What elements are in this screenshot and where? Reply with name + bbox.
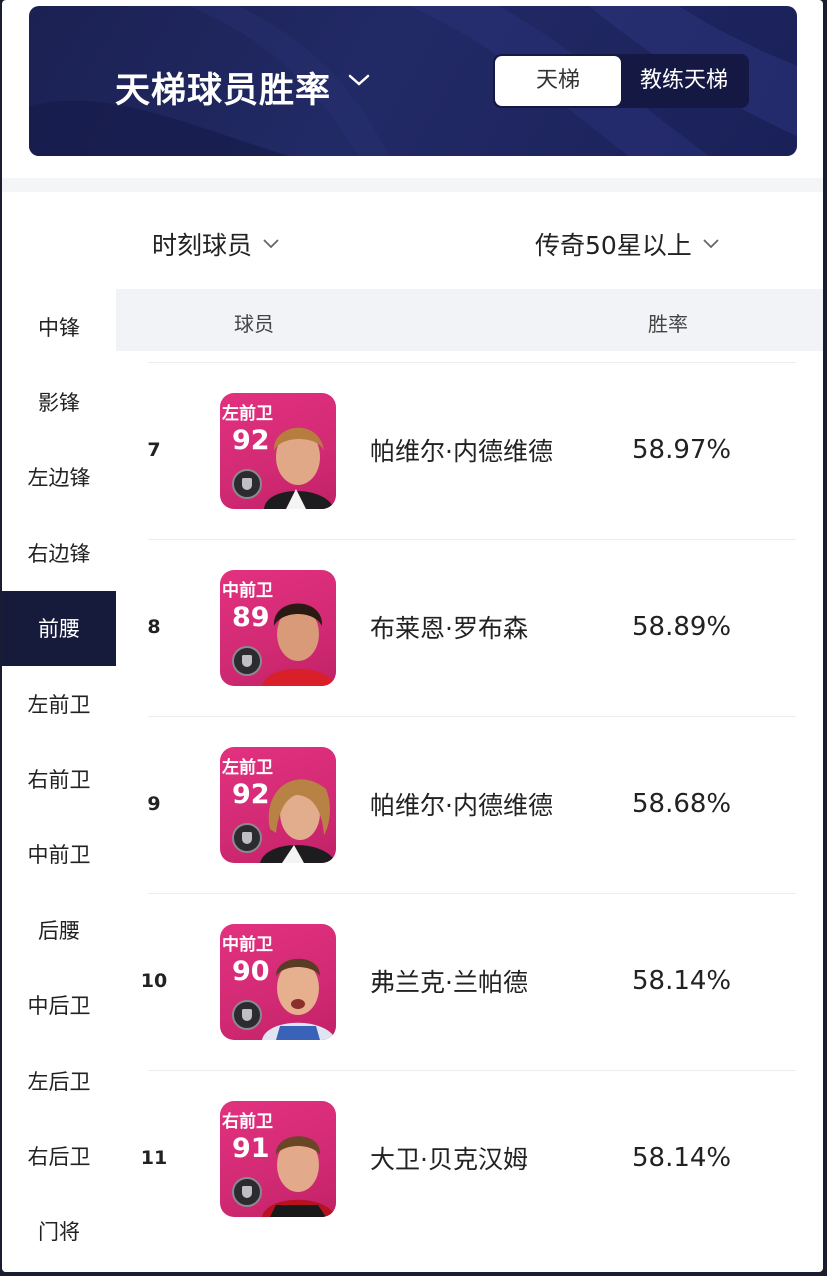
player-name: 弗兰克·兰帕德 <box>370 967 528 997</box>
player-type-label: 时刻球员 <box>152 231 253 260</box>
win-rate: 58.89% <box>632 612 732 642</box>
table-row[interactable]: 10 中前卫 90 弗兰克·兰帕德 58.14% <box>141 893 796 1070</box>
player-card[interactable]: 右前卫 91 <box>220 1101 336 1217</box>
win-rate: 58.97% <box>632 435 732 465</box>
card-rating: 90 <box>232 956 270 987</box>
card-badge-icon <box>232 1177 262 1207</box>
card-badge-icon <box>232 469 262 499</box>
sidebar-item-cmf[interactable]: 中前卫 <box>2 817 116 892</box>
mode-toggle: 天梯 教练天梯 <box>493 54 749 108</box>
player-name: 帕维尔·内德维德 <box>370 790 553 820</box>
table-row[interactable]: 7 左前卫 92 帕维尔·内德维德 58.97% <box>147 362 796 539</box>
table-row[interactable]: 9 左前卫 92 帕维尔·内德维德 58.68% <box>147 716 796 893</box>
win-rate: 58.14% <box>632 1143 732 1173</box>
sidebar-item-cb[interactable]: 中后卫 <box>2 968 116 1043</box>
sidebar-item-rwf[interactable]: 右边锋 <box>2 515 116 590</box>
card-position: 中前卫 <box>222 581 273 601</box>
player-name: 帕维尔·内德维德 <box>370 436 553 466</box>
divider <box>2 178 823 192</box>
table-row[interactable]: 8 中前卫 89 布莱恩·罗布森 58.89% <box>147 539 796 716</box>
card-position: 右前卫 <box>222 1112 273 1132</box>
card-rating: 92 <box>232 425 270 456</box>
tab-ladder[interactable]: 天梯 <box>495 56 621 106</box>
rank: 7 <box>147 439 161 461</box>
chevron-down-icon[interactable] <box>347 72 371 88</box>
card-position: 左前卫 <box>222 404 273 424</box>
sidebar-item-gk[interactable]: 门将 <box>2 1194 116 1269</box>
page-title[interactable]: 天梯球员胜率 <box>115 62 331 113</box>
chevron-down-icon <box>703 239 719 249</box>
card-position: 中前卫 <box>222 935 273 955</box>
sidebar-item-dmf[interactable]: 后腰 <box>2 892 116 967</box>
rank: 10 <box>140 970 168 992</box>
player-list: 7 左前卫 92 帕维尔·内德维德 58.97% 8 中前卫 89 布莱恩·罗布… <box>141 362 796 1247</box>
player-type-dropdown[interactable]: 时刻球员 <box>152 226 280 262</box>
rank: 9 <box>147 793 161 815</box>
column-header-player: 球员 <box>234 312 274 336</box>
page: 天梯球员胜率 天梯 教练天梯 时刻球员 传奇50星以上 中锋 影锋 左边锋 右边… <box>2 0 823 1272</box>
chevron-down-icon <box>263 239 279 249</box>
card-rating: 92 <box>232 779 270 810</box>
sidebar-item-rb[interactable]: 右后卫 <box>2 1118 116 1193</box>
sidebar-item-lmf[interactable]: 左前卫 <box>2 666 116 741</box>
player-name: 大卫·贝克汉姆 <box>370 1144 528 1174</box>
sidebar-item-cf[interactable]: 中锋 <box>2 289 116 364</box>
column-header-win-rate[interactable]: 胜率 <box>648 308 688 337</box>
player-name: 布莱恩·罗布森 <box>370 613 528 643</box>
player-card[interactable]: 左前卫 92 <box>220 747 336 863</box>
card-badge-icon <box>232 823 262 853</box>
sidebar-item-rmf[interactable]: 右前卫 <box>2 741 116 816</box>
card-position: 左前卫 <box>222 758 273 778</box>
player-card[interactable]: 中前卫 89 <box>220 570 336 686</box>
sidebar-item-ss[interactable]: 影锋 <box>2 364 116 439</box>
position-sidebar: 中锋 影锋 左边锋 右边锋 前腰 左前卫 右前卫 中前卫 后腰 中后卫 左后卫 … <box>2 289 116 1272</box>
table-row[interactable]: 11 右前卫 91 大卫·贝克汉姆 58.14% <box>141 1070 796 1247</box>
card-rating: 91 <box>232 1133 270 1164</box>
player-card[interactable]: 左前卫 92 <box>220 393 336 509</box>
card-badge-icon <box>232 1000 262 1030</box>
sidebar-item-amf[interactable]: 前腰 <box>2 590 116 666</box>
sidebar-item-lb[interactable]: 左后卫 <box>2 1043 116 1118</box>
card-rating: 89 <box>232 602 270 633</box>
card-badge-icon <box>232 646 262 676</box>
win-rate: 58.14% <box>632 966 732 996</box>
rank: 11 <box>140 1147 168 1169</box>
tier-label: 传奇50星以上 <box>535 231 692 260</box>
table-header: 球员 胜率 <box>116 289 823 351</box>
header-banner: 天梯球员胜率 天梯 教练天梯 <box>29 6 797 156</box>
player-card[interactable]: 中前卫 90 <box>220 924 336 1040</box>
tier-dropdown[interactable]: 传奇50星以上 <box>535 226 720 262</box>
sidebar-item-lwf[interactable]: 左边锋 <box>2 440 116 515</box>
rank: 8 <box>147 616 161 638</box>
tab-coach-ladder[interactable]: 教练天梯 <box>621 56 747 106</box>
win-rate: 58.68% <box>632 789 732 819</box>
